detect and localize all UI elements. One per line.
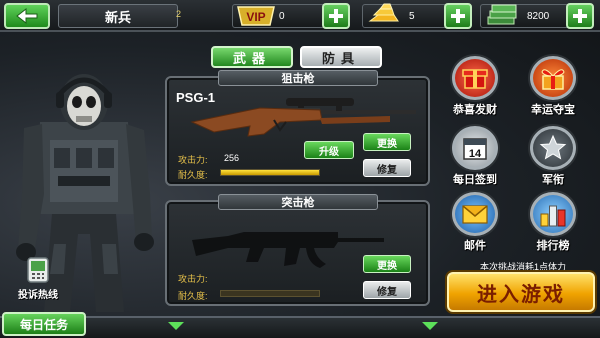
calendar-icon: 14 bbox=[452, 126, 498, 170]
lucky-treasure-button[interactable]: 幸运夺宝 bbox=[520, 56, 586, 118]
rank-label: 军衔 bbox=[542, 174, 564, 186]
cash-stack-icon bbox=[484, 1, 520, 29]
sniper-attack-label: 攻击力: bbox=[178, 155, 208, 165]
assault-durability-label: 耐久度: bbox=[178, 291, 208, 301]
back-arrow-icon bbox=[16, 7, 38, 25]
calendar-day: 14 bbox=[469, 148, 482, 160]
assault-attack-label: 攻击力: bbox=[178, 274, 208, 284]
vip-value: 0 bbox=[279, 10, 285, 22]
back-button[interactable] bbox=[4, 3, 50, 29]
assault-panel-title: 突击枪 bbox=[218, 194, 378, 210]
rank-number: 2 bbox=[176, 9, 182, 19]
cash-value: 8200 bbox=[527, 10, 550, 22]
vip-badge-icon: VIP bbox=[236, 1, 276, 29]
upgrade-button[interactable]: 升级 bbox=[304, 141, 354, 159]
ranking-chart-icon bbox=[530, 192, 576, 236]
daily-checkin-button[interactable]: 14 每日签到 bbox=[442, 126, 508, 188]
assault-durability-bar bbox=[220, 290, 320, 297]
daily-tasks-button[interactable]: 每日任务 bbox=[2, 312, 86, 336]
assault-rifle-silhouette-icon[interactable] bbox=[188, 218, 388, 272]
leaderboard-label: 排行榜 bbox=[536, 240, 570, 252]
complaint-hotline-label: 投诉热线 bbox=[18, 290, 58, 301]
fortune-button[interactable]: 恭喜发财 bbox=[442, 56, 508, 118]
vip-label: VIP bbox=[246, 10, 265, 24]
sniper-durability-label: 耐久度: bbox=[178, 170, 208, 180]
enter-game-button[interactable]: 进入游戏 bbox=[447, 272, 595, 312]
sniper-panel-title: 狙击枪 bbox=[218, 70, 378, 86]
tab-armor[interactable]: 防具 bbox=[300, 46, 382, 68]
lucky-treasure-label: 幸运夺宝 bbox=[531, 104, 575, 116]
gift-ribbon-icon bbox=[530, 56, 576, 100]
sniper-attack-value: 256 bbox=[224, 153, 240, 163]
bottom-deco-arrow-icon bbox=[422, 322, 438, 330]
leaderboard-button[interactable]: 排行榜 bbox=[520, 192, 586, 254]
rank-star-icon bbox=[530, 126, 576, 170]
cash-add-button[interactable] bbox=[566, 3, 594, 29]
bottom-bar bbox=[0, 316, 600, 338]
phone-icon bbox=[27, 257, 49, 283]
envelope-icon bbox=[452, 192, 498, 236]
bottom-deco-arrow-icon bbox=[168, 322, 184, 330]
assault-repair-button[interactable]: 修复 bbox=[363, 281, 411, 299]
sniper-repair-button[interactable]: 修复 bbox=[363, 159, 411, 177]
gold-value: 5 bbox=[409, 10, 415, 22]
player-name: 新兵 bbox=[58, 4, 178, 28]
gold-add-button[interactable] bbox=[444, 3, 472, 29]
sniper-durability-bar bbox=[220, 169, 320, 176]
sniper-durability-fill bbox=[221, 170, 319, 175]
daily-checkin-label: 每日签到 bbox=[453, 174, 497, 186]
tab-weapons[interactable]: 武器 bbox=[211, 46, 293, 68]
gold-bars-icon bbox=[366, 1, 402, 29]
mail-button[interactable]: 邮件 bbox=[442, 192, 508, 254]
rank-button[interactable]: 军衔 bbox=[520, 126, 586, 188]
red-giftbox-icon bbox=[452, 56, 498, 100]
fortune-label: 恭喜发财 bbox=[453, 104, 497, 116]
assault-replace-button[interactable]: 更换 bbox=[363, 255, 411, 273]
sniper-replace-button[interactable]: 更换 bbox=[363, 133, 411, 151]
complaint-hotline-button[interactable]: 投诉热线 bbox=[8, 256, 68, 302]
mail-label: 邮件 bbox=[464, 240, 486, 252]
vip-add-button[interactable] bbox=[322, 3, 350, 29]
